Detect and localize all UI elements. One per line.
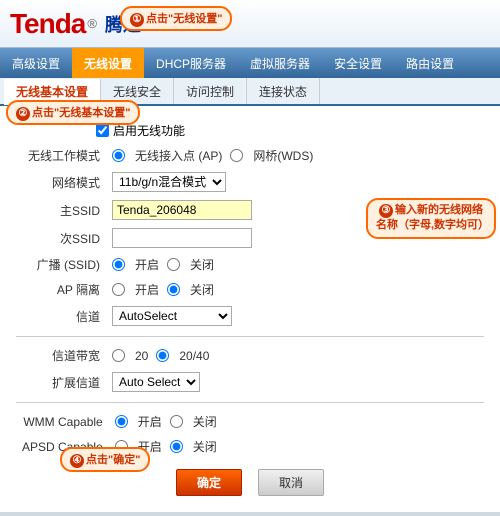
ext-channel-row: 扩展信道 Auto Select [16, 368, 484, 396]
channel-bw-20-radio[interactable] [112, 349, 125, 362]
ext-channel-value: Auto Select [106, 368, 484, 396]
channel-select[interactable]: AutoSelect [112, 306, 232, 326]
channel-row: 信道 AutoSelect [16, 302, 484, 330]
broadcast-off-label: 关闭 [190, 256, 214, 273]
network-mode-row: 网络模式 11b/g/n混合模式 [16, 168, 484, 196]
sub-nav-access[interactable]: 访问控制 [174, 78, 247, 104]
cancel-button[interactable]: 取消 [258, 469, 324, 496]
work-mode-wds-label: 网桥(WDS) [253, 147, 313, 164]
ap-isolation-off-radio[interactable] [167, 283, 180, 296]
channel-bw-2040-label: 20/40 [179, 349, 209, 363]
channel-value: AutoSelect [106, 302, 484, 330]
annotation-2: ②点击"无线基本设置" [6, 100, 140, 125]
channel-bw-20-label: 20 [135, 349, 148, 363]
ap-isolation-label: AP 隔离 [16, 277, 106, 302]
annotation-4: ④点击"确定" [60, 447, 150, 472]
ssid-input[interactable] [112, 200, 252, 220]
wmm-label: WMM Capable [16, 409, 109, 434]
broadcast-value: 开启 关闭 [106, 252, 484, 277]
wmm-value: 开启 关闭 [109, 409, 484, 434]
wmm-row: WMM Capable 开启 关闭 [16, 409, 484, 434]
top-nav-route[interactable]: 路由设置 [394, 48, 466, 78]
page-wrapper: Tenda ® 腾达 高级设置 无线设置 DHCP服务器 虚拟服务器 安全设置 … [0, 0, 500, 516]
broadcast-row: 广播 (SSID) 开启 关闭 [16, 252, 484, 277]
annotation-3: ③输入新的无线网络名称（字母,数字均可） [366, 198, 496, 239]
wmm-off-radio[interactable] [170, 415, 183, 428]
top-nav-advanced[interactable]: 高级设置 [0, 48, 72, 78]
top-nav-dhcp[interactable]: DHCP服务器 [144, 48, 238, 78]
apsd-off-label: 关闭 [193, 438, 217, 455]
ap-isolation-on-radio[interactable] [112, 283, 125, 296]
work-mode-ap-radio[interactable] [112, 149, 125, 162]
logo-tenda: Tenda [10, 8, 85, 40]
separator1 [16, 336, 484, 337]
network-mode-label: 网络模式 [16, 168, 106, 196]
confirm-button[interactable]: 确定 [176, 469, 242, 496]
work-mode-ap-label: 无线接入点 (AP) [135, 147, 222, 164]
work-mode-wds-radio[interactable] [230, 149, 243, 162]
ssid-label: 主SSID [16, 196, 106, 224]
ap-isolation-value: 开启 关闭 [106, 277, 484, 302]
wmm-radio-group: 开启 关闭 [115, 413, 478, 430]
header: Tenda ® 腾达 [0, 0, 500, 48]
network-mode-select[interactable]: 11b/g/n混合模式 [112, 172, 226, 192]
top-nav-security[interactable]: 安全设置 [322, 48, 394, 78]
channel-bw-row: 信道带宽 20 20/40 [16, 343, 484, 368]
wmm-on-label: 开启 [138, 413, 162, 430]
channel-label: 信道 [16, 302, 106, 330]
wmm-on-radio[interactable] [115, 415, 128, 428]
ext-channel-select[interactable]: Auto Select [112, 372, 200, 392]
network-mode-value: 11b/g/n混合模式 [106, 168, 484, 196]
broadcast-label: 广播 (SSID) [16, 252, 106, 277]
ap-isolation-row: AP 隔离 开启 关闭 [16, 277, 484, 302]
broadcast-off-radio[interactable] [167, 258, 180, 271]
top-nav-wireless[interactable]: 无线设置 [72, 48, 144, 78]
apsd-off-radio[interactable] [170, 440, 183, 453]
settings-table2: 信道带宽 20 20/40 扩展信道 Auto Select [16, 343, 484, 396]
annotation-1: ①①点击"无线设置"点击"无线设置" [120, 6, 232, 31]
sub-ssid-input[interactable] [112, 228, 252, 248]
ap-isolation-on-label: 开启 [135, 281, 159, 298]
top-nav-virtual[interactable]: 虚拟服务器 [238, 48, 322, 78]
work-mode-value: 无线接入点 (AP) 网桥(WDS) [106, 143, 484, 168]
apsd-value: 开启 关闭 [109, 434, 484, 459]
work-mode-label: 无线工作模式 [16, 143, 106, 168]
channel-bw-radio-group: 20 20/40 [112, 349, 478, 363]
channel-bw-value: 20 20/40 [106, 343, 484, 368]
ap-isolation-off-label: 关闭 [190, 281, 214, 298]
channel-bw-label: 信道带宽 [16, 343, 106, 368]
ext-channel-label: 扩展信道 [16, 368, 106, 396]
broadcast-on-label: 开启 [135, 256, 159, 273]
enable-wireless-checkbox[interactable] [96, 124, 109, 137]
channel-bw-2040-radio[interactable] [156, 349, 169, 362]
top-nav: 高级设置 无线设置 DHCP服务器 虚拟服务器 安全设置 路由设置 [0, 48, 500, 78]
work-mode-radio-group: 无线接入点 (AP) 网桥(WDS) [112, 147, 478, 164]
broadcast-radio-group: 开启 关闭 [112, 256, 478, 273]
apsd-radio-group: 开启 关闭 [115, 438, 478, 455]
sub-ssid-label: 次SSID [16, 224, 106, 252]
broadcast-on-radio[interactable] [112, 258, 125, 271]
work-mode-row: 无线工作模式 无线接入点 (AP) 网桥(WDS) [16, 143, 484, 168]
separator2 [16, 402, 484, 403]
ap-isolation-radio-group: 开启 关闭 [112, 281, 478, 298]
sub-nav-status[interactable]: 连接状态 [247, 78, 320, 104]
wmm-off-label: 关闭 [193, 413, 217, 430]
